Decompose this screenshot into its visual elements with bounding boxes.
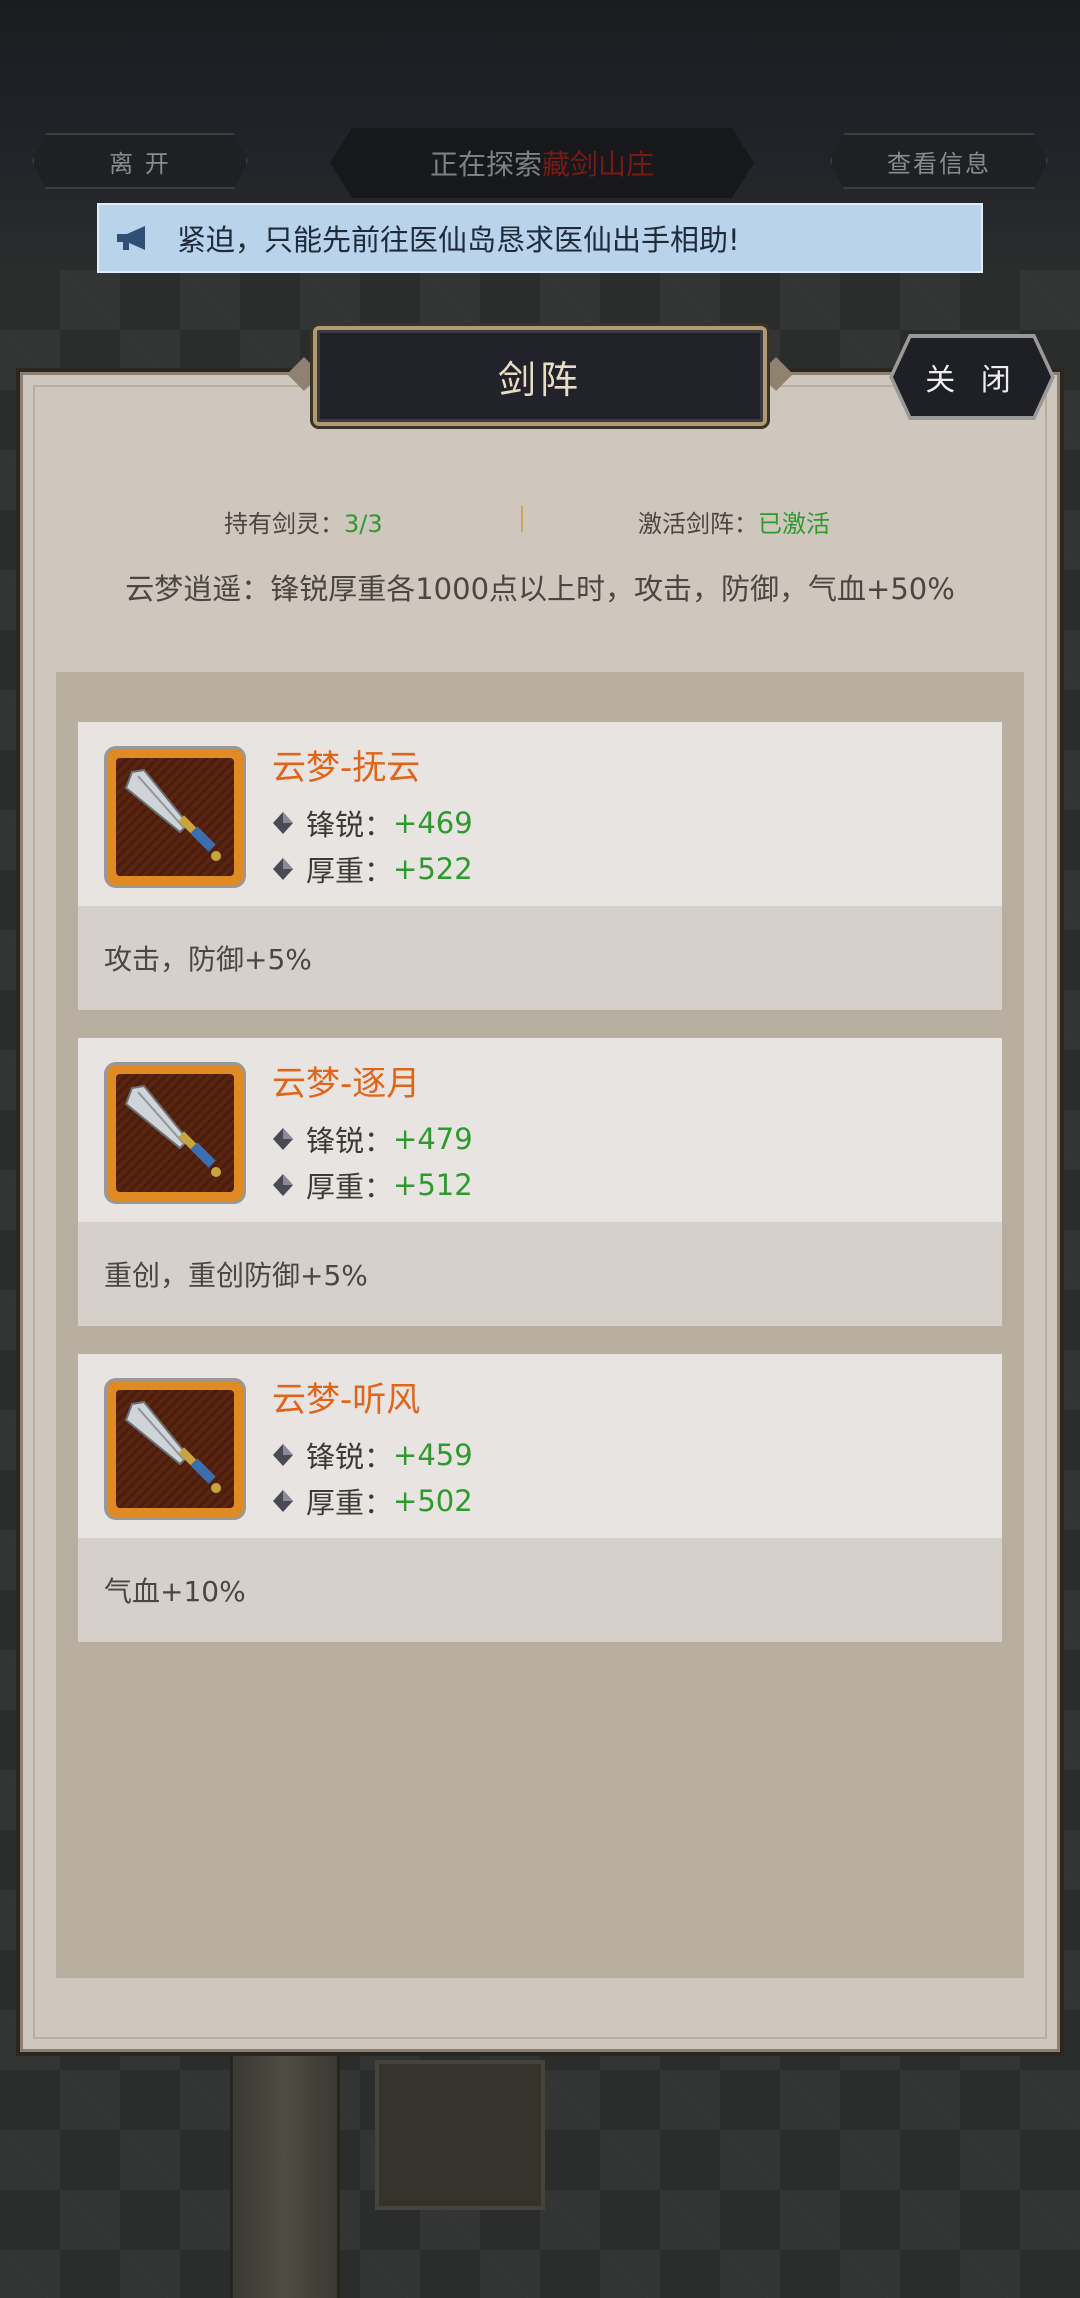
sharpness-attr: 锋锐： +469 [272,802,473,844]
sharpness-label: 锋锐： [306,1440,394,1474]
spirit-card-header: 云梦-听风 锋锐： +459 厚重： +502 [78,1354,1002,1538]
sword-item-frame[interactable] [104,746,246,888]
exploring-location: 藏剑山庄 [542,148,655,181]
heaviness-label: 厚重： [306,854,394,888]
diamond-icon [273,1490,293,1512]
diamond-icon [273,1128,293,1150]
diamond-icon [273,1174,293,1196]
heaviness-attr: 厚重： +522 [272,848,473,890]
close-button-label: 关 闭 [925,363,1019,398]
heaviness-value: +502 [393,1484,473,1518]
spirit-name: 云梦-抚云 [272,748,421,788]
close-button[interactable]: 关 闭 [893,338,1051,416]
sword-icon [116,758,234,876]
sword-item-frame[interactable] [104,1378,246,1520]
heaviness-value: +522 [393,852,473,886]
held-spirits-label: 持有剑灵： [224,510,344,538]
sharpness-value: +459 [393,1438,473,1472]
heaviness-label: 厚重： [306,1170,394,1204]
notice-text: 紧迫，只能先前往医仙岛恳求医仙出手相助! [177,223,740,257]
held-spirits-stat: 持有剑灵：3/3 [224,504,383,539]
heaviness-label: 厚重： [306,1486,394,1520]
sharpness-value: +469 [393,806,473,840]
diamond-icon [273,1444,293,1466]
stats-row: 持有剑灵：3/3 激活剑阵：已激活 [0,500,1080,540]
sword-item-frame[interactable] [104,1062,246,1204]
heaviness-attr: 厚重： +502 [272,1480,473,1522]
stat-divider [521,506,523,532]
leave-button-label: 离 开 [109,149,171,178]
diamond-icon [273,858,293,880]
notice-bar[interactable]: 紧迫，只能先前往医仙岛恳求医仙出手相助! [97,203,983,273]
exploring-prefix: 正在探索 [429,148,542,181]
diamond-icon [273,812,293,834]
spirit-name: 云梦-听风 [272,1380,421,1420]
array-status-label: 激活剑阵： [638,510,758,538]
array-status-value: 已激活 [758,510,830,538]
spirit-card-header: 云梦-抚云 锋锐： +469 厚重： +522 [78,722,1002,906]
held-spirits-value: 3/3 [344,510,383,538]
spirit-name: 云梦-逐月 [272,1064,421,1104]
spirit-bonus: 攻击，防御+5% [78,906,1002,1010]
sharpness-value: +479 [393,1122,473,1156]
sharpness-attr: 锋锐： +459 [272,1434,473,1476]
spirit-bonus: 气血+10% [78,1538,1002,1642]
view-info-button[interactable]: 查看信息 [830,133,1048,189]
scene-statue [375,2060,545,2210]
sharpness-attr: 锋锐： +479 [272,1118,473,1160]
spirit-card-header: 云梦-逐月 锋锐： +479 厚重： +512 [78,1038,1002,1222]
heaviness-value: +512 [393,1168,473,1202]
sword-icon [116,1074,234,1192]
sword-icon [116,1390,234,1508]
leave-button[interactable]: 离 开 [32,133,248,189]
spirit-card[interactable]: 云梦-抚云 锋锐： +469 厚重： +522 攻击，防御+5% [78,722,1002,1010]
spirit-bonus: 重创，重创防御+5% [78,1222,1002,1326]
spirit-card[interactable]: 云梦-听风 锋锐： +459 厚重： +502 气血+10% [78,1354,1002,1642]
spirit-card[interactable]: 云梦-逐月 锋锐： +479 厚重： +512 重创，重创防御+5% [78,1038,1002,1326]
sharpness-label: 锋锐： [306,1124,394,1158]
set-effect-text: 云梦逍遥：锋锐厚重各1000点以上时，攻击，防御，气血+50% [125,572,955,606]
heaviness-attr: 厚重： +512 [272,1164,473,1206]
dialog-title-text: 剑阵 [497,357,582,402]
sharpness-label: 锋锐： [306,808,394,842]
megaphone-icon [115,224,155,252]
array-status-stat: 激活剑阵：已激活 [638,504,830,539]
view-info-button-label: 查看信息 [887,149,991,178]
dialog-title: 剑阵 [313,326,767,426]
exploring-banner: 正在探索 藏剑山庄 [330,128,754,198]
